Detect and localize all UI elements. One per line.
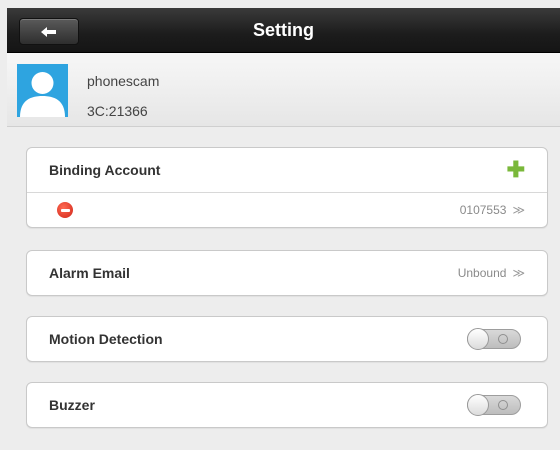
- binding-account-card: Binding Account ✚ 0107553 ≫: [26, 147, 548, 228]
- buzzer-toggle[interactable]: [467, 394, 521, 416]
- toggle-knob: [467, 328, 489, 350]
- motion-detection-toggle[interactable]: [467, 328, 521, 350]
- buzzer-card: Buzzer: [26, 382, 548, 428]
- toggle-off-indicator-icon: [498, 400, 508, 410]
- binding-account-row: Binding Account ✚: [27, 148, 547, 192]
- chevron-right-icon: ≫: [512, 266, 525, 280]
- profile-device-id: 3C:21366: [87, 103, 148, 119]
- motion-detection-label: Motion Detection: [49, 331, 163, 347]
- alarm-email-label: Alarm Email: [49, 265, 130, 281]
- bound-account-row[interactable]: 0107553 ≫: [27, 193, 547, 227]
- profile-panel: phonescam 3C:21366: [7, 53, 560, 127]
- buzzer-row: Buzzer: [27, 383, 547, 427]
- alarm-email-value: Unbound: [457, 266, 507, 280]
- alarm-email-card[interactable]: Alarm Email Unbound ≫: [26, 250, 548, 296]
- bound-account-value: 0107553: [459, 203, 507, 217]
- page-title: Setting: [253, 20, 314, 40]
- remove-icon[interactable]: [57, 202, 73, 218]
- buzzer-label: Buzzer: [49, 397, 95, 413]
- binding-account-label: Binding Account: [49, 162, 161, 178]
- toggle-knob: [467, 394, 489, 416]
- top-bar: Setting: [7, 8, 560, 53]
- motion-detection-card: Motion Detection: [26, 316, 548, 362]
- alarm-email-row[interactable]: Alarm Email Unbound ≫: [27, 251, 547, 295]
- user-avatar-icon: [17, 64, 68, 117]
- profile-name: phonescam: [87, 73, 160, 89]
- motion-detection-row: Motion Detection: [27, 317, 547, 361]
- plus-icon[interactable]: ✚: [507, 159, 525, 181]
- chevron-right-icon: ≫: [512, 203, 525, 217]
- toggle-off-indicator-icon: [498, 334, 508, 344]
